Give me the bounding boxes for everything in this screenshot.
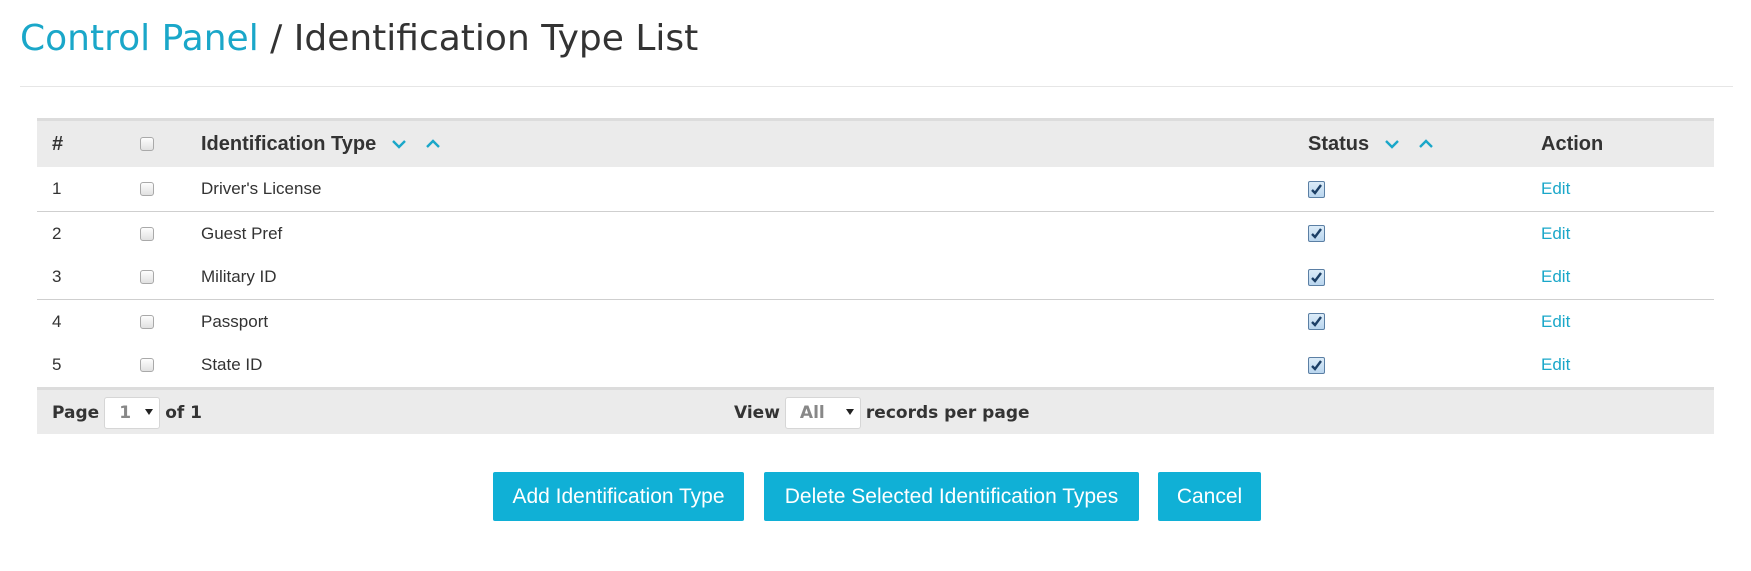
select-all-cell <box>107 137 186 151</box>
row-number: 5 <box>52 355 62 374</box>
records-per-page-select[interactable]: All <box>784 397 861 429</box>
row-select-checkbox[interactable] <box>139 226 154 241</box>
row-type: Driver's License <box>201 179 322 198</box>
row-select-checkbox[interactable] <box>139 358 154 372</box>
breadcrumb-separator: / <box>258 18 294 59</box>
chevron-down-icon[interactable] <box>388 133 410 155</box>
page-select[interactable]: 1 <box>104 397 161 429</box>
column-status-label: Status <box>1308 132 1370 155</box>
row-select-checkbox[interactable] <box>139 182 154 196</box>
row-select-cell <box>107 358 186 372</box>
chevron-down-icon[interactable] <box>1381 133 1403 155</box>
checkbox-checked-icon[interactable] <box>1308 225 1325 242</box>
records-per-page-group: View All records per page <box>734 396 1030 430</box>
edit-link[interactable]: Edit <box>1541 267 1570 286</box>
row-number: 4 <box>52 311 62 331</box>
checkbox-checked-icon[interactable] <box>1308 268 1325 286</box>
column-type-label: Identification Type <box>201 132 377 155</box>
row-status-cell <box>1293 356 1526 374</box>
row-select-cell <box>107 182 186 196</box>
chevron-up-icon[interactable] <box>422 133 444 155</box>
column-type-header: Identification Type <box>186 133 1293 156</box>
row-action-cell: Edit <box>1526 267 1714 287</box>
edit-link[interactable]: Edit <box>1541 224 1570 243</box>
breadcrumb-current: Identification Type List <box>293 18 699 59</box>
page: Control Panel / Identification Type List… <box>0 0 1751 571</box>
row-action-cell: Edit <box>1526 312 1714 332</box>
row-status-cell <box>1293 180 1526 198</box>
table-row: 4 Passport Edit <box>37 299 1714 343</box>
row-number: 2 <box>52 223 62 243</box>
page-selector-group: Page 1 of 1 <box>52 396 202 430</box>
checkbox-checked-icon[interactable] <box>1308 356 1325 374</box>
table-row: 3 Military ID Edit <box>37 255 1714 299</box>
records-per-page-value: All <box>799 403 825 423</box>
row-action-cell: Edit <box>1526 224 1714 244</box>
chevron-up-icon[interactable] <box>1415 133 1437 155</box>
edit-link[interactable]: Edit <box>1541 355 1570 374</box>
pagination-bar: Page 1 of 1 View All records per page <box>37 387 1714 434</box>
row-number: 3 <box>52 267 62 286</box>
row-status-cell <box>1293 268 1526 286</box>
checkbox-checked-icon[interactable] <box>1308 313 1325 330</box>
row-select-checkbox[interactable] <box>139 314 154 329</box>
edit-link[interactable]: Edit <box>1541 179 1570 198</box>
checkbox-checked-icon[interactable] <box>1308 180 1325 198</box>
row-action-cell: Edit <box>1526 355 1714 375</box>
identification-type-table: # Identification Type Status Action 1 Dr… <box>37 118 1714 434</box>
column-number-header: # <box>52 132 64 155</box>
row-status-cell <box>1293 225 1526 242</box>
row-number: 1 <box>52 179 62 198</box>
select-all-checkbox[interactable] <box>139 137 154 151</box>
column-status-header: Status <box>1293 133 1526 156</box>
row-select-cell <box>107 226 186 241</box>
row-select-cell <box>107 314 186 329</box>
title-divider <box>20 86 1733 87</box>
delete-selected-button[interactable]: Delete Selected Identification Types <box>764 472 1139 521</box>
row-select-cell <box>107 270 186 284</box>
page-select-value: 1 <box>119 403 132 423</box>
page-of-label: of 1 <box>165 403 203 423</box>
row-type: Military ID <box>201 267 277 286</box>
table-row: 5 State ID Edit <box>37 343 1714 387</box>
table-row: 2 Guest Pref Edit <box>37 211 1714 255</box>
page-title: Control Panel / Identification Type List <box>20 14 698 64</box>
table-row: 1 Driver's License Edit <box>37 167 1714 211</box>
table-header: # Identification Type Status Action <box>37 118 1714 167</box>
page-label: Page <box>52 403 100 423</box>
view-label: View <box>734 403 780 423</box>
dropdown-caret-icon <box>845 409 854 415</box>
row-status-cell <box>1293 313 1526 330</box>
row-select-checkbox[interactable] <box>139 270 154 284</box>
edit-link[interactable]: Edit <box>1541 312 1570 331</box>
records-per-page-label: records per page <box>865 403 1030 423</box>
row-type: State ID <box>201 355 263 374</box>
row-type: Passport <box>201 311 269 331</box>
row-type: Guest Pref <box>201 223 283 243</box>
breadcrumb-control-panel-link[interactable]: Control Panel <box>20 18 259 59</box>
column-action-header: Action <box>1541 132 1604 155</box>
cancel-button[interactable]: Cancel <box>1158 472 1261 521</box>
row-action-cell: Edit <box>1526 179 1714 199</box>
add-identification-type-button[interactable]: Add Identification Type <box>493 472 744 521</box>
dropdown-caret-icon <box>145 409 154 415</box>
